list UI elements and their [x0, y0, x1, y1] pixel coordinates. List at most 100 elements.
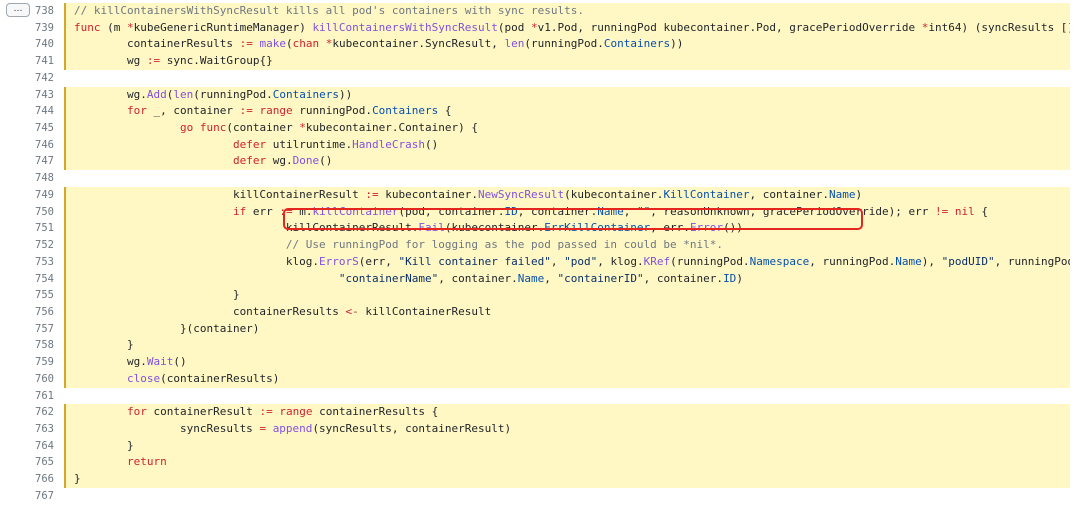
line-number[interactable]: 763 — [28, 421, 54, 438]
code-token: ()) — [723, 221, 743, 235]
line-number[interactable]: 754 — [28, 271, 54, 288]
line-number[interactable]: 757 — [28, 321, 54, 338]
line-number[interactable]: 738 — [28, 3, 54, 20]
code-token: () — [425, 137, 439, 151]
code-token: int64) (syncResults [] — [928, 20, 1070, 34]
code-line: 758 } — [0, 337, 1080, 355]
line-number[interactable]: 741 — [28, 53, 54, 70]
code-token: for — [126, 104, 147, 118]
code-line: 744 for _, container := range runningPod… — [0, 103, 1080, 121]
code-line: 738 // killContainersWithSyncResult kills… — [0, 3, 1080, 20]
code-token: containerResults — [74, 304, 346, 318]
code-token: for — [126, 405, 147, 419]
line-number[interactable]: 765 — [28, 454, 54, 471]
code-token: Name — [829, 187, 856, 201]
code-line: 741 wg := sync.WaitGroup{} — [0, 53, 1080, 70]
code-token: make — [259, 37, 286, 51]
code-token: ErrKillContainer — [544, 221, 651, 235]
code-text: } — [64, 337, 1070, 355]
code-token: , klog. — [597, 254, 644, 268]
code-token: runningPod. — [292, 104, 373, 118]
code-text: killContainerResult := kubecontainer.New… — [64, 186, 1070, 204]
code-token: , container. — [749, 187, 830, 201]
line-number[interactable]: 747 — [28, 153, 54, 170]
code-token: m. — [292, 204, 313, 218]
line-number[interactable]: 752 — [28, 237, 54, 254]
code-token: * — [127, 20, 134, 34]
line-number[interactable]: 743 — [28, 87, 54, 104]
code-token: ErrorS — [319, 254, 359, 268]
line-number[interactable]: 746 — [28, 137, 54, 154]
code-token: := — [279, 204, 293, 218]
code-line: 750 if err := m.killContainer(pod, conta… — [0, 203, 1080, 221]
code-token: NewSyncResult — [478, 187, 565, 201]
line-number[interactable]: 745 — [28, 120, 54, 137]
code-text: if err := m.killContainer(pod, container… — [64, 203, 1070, 221]
code-token: } — [74, 472, 81, 486]
code-line: 746 defer utilruntime.HandleCrash() — [0, 136, 1080, 154]
code-token: , runningPod. — [994, 254, 1070, 268]
code-token: ), — [921, 254, 942, 268]
line-number[interactable]: 756 — [28, 304, 54, 321]
code-token: := — [365, 187, 379, 201]
code-token: } — [74, 288, 240, 302]
line-number[interactable]: 755 — [28, 287, 54, 304]
code-token: , err. — [650, 221, 690, 235]
code-token: (containerResults) — [160, 371, 280, 385]
code-token: wg — [74, 54, 147, 68]
code-text: containerResults <- killContainerResult — [64, 303, 1070, 321]
code-token: v1.Pod, runningPod kubecontainer.Pod, gr… — [537, 20, 922, 34]
code-token: , runningPod. — [809, 254, 896, 268]
code-token: <- — [345, 304, 359, 318]
code-token: Wait — [146, 355, 174, 369]
code-line: 757 }(container) — [0, 320, 1080, 338]
code-token: Containers — [603, 37, 671, 51]
line-number[interactable]: 749 — [28, 187, 54, 204]
code-token: (syncResults, containerResult) — [312, 421, 512, 435]
code-token: (kubecontainer. — [444, 221, 545, 235]
line-number[interactable]: 751 — [28, 220, 54, 237]
line-number[interactable]: 739 — [28, 20, 54, 37]
line-number[interactable]: 750 — [28, 204, 54, 221]
code-token: * — [531, 20, 538, 34]
line-number[interactable]: 740 — [28, 36, 54, 53]
code-token: (pod, container. — [398, 204, 505, 218]
code-token: () — [173, 355, 187, 369]
code-token: ID — [723, 271, 737, 285]
code-token: := — [239, 104, 253, 118]
line-number[interactable]: 758 — [28, 337, 54, 354]
line-number[interactable]: 748 — [28, 170, 54, 187]
code-token: != — [935, 204, 949, 218]
code-line: 747 defer wg.Done() — [0, 153, 1080, 171]
code-token: )) — [338, 87, 353, 101]
code-line: 760 close(containerResults) — [0, 370, 1080, 388]
line-number[interactable]: 759 — [28, 354, 54, 371]
code-line: 761 — [0, 388, 1080, 405]
line-number[interactable]: 744 — [28, 103, 54, 120]
line-number[interactable]: 764 — [28, 438, 54, 455]
line-number[interactable]: 762 — [28, 404, 54, 421]
code-token: , container. — [517, 204, 598, 218]
line-number[interactable]: 767 — [28, 488, 54, 505]
line-number[interactable]: 753 — [28, 254, 54, 271]
code-token: "" — [637, 204, 651, 218]
line-number[interactable]: 742 — [28, 70, 54, 87]
code-token: (m — [100, 20, 127, 34]
code-token: (runningPod. — [193, 87, 273, 101]
line-number[interactable]: 766 — [28, 471, 54, 488]
line-number[interactable]: 760 — [28, 371, 54, 388]
code-text: defer wg.Done() — [64, 153, 1070, 171]
code-token: syncResults — [74, 421, 260, 435]
code-token: "containerID" — [557, 271, 644, 285]
code-token: HandleCrash — [352, 137, 426, 151]
code-token: * — [299, 121, 306, 135]
code-token: chan — [292, 37, 320, 51]
code-token: "Kill container failed" — [398, 254, 551, 268]
code-viewer: … 738// killContainersWithSyncResult kil… — [0, 0, 1080, 526]
line-number[interactable]: 761 — [28, 388, 54, 405]
